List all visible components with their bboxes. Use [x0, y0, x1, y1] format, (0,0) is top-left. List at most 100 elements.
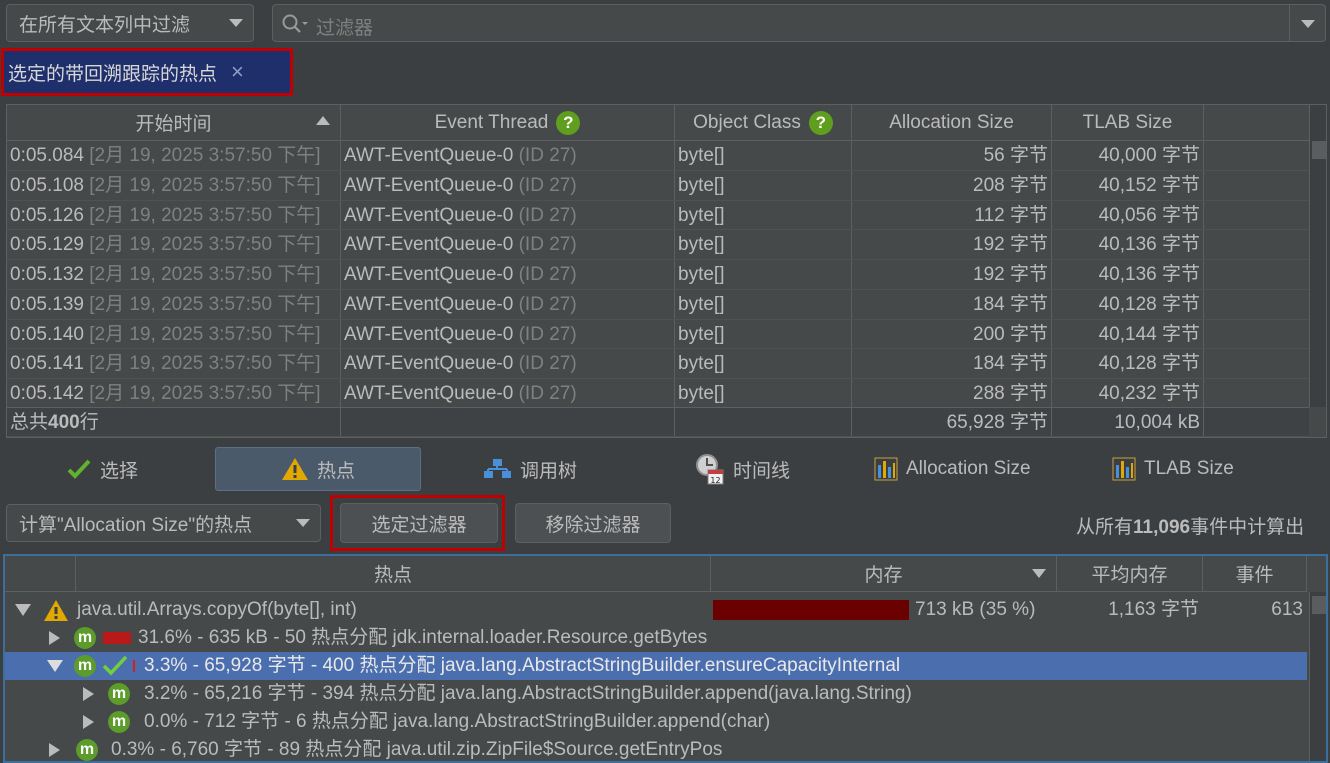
events-summary: 从所有11,096事件中计算出 — [1076, 517, 1305, 538]
help-icon[interactable]: ? — [556, 110, 581, 135]
events-value: 613 — [1271, 599, 1303, 620]
tlab-size-cell: 40,136 字节 — [1052, 260, 1204, 289]
table-row[interactable]: 0:05.139 [2月 19, 2025 3:57:50 下午] AWT-Eve… — [7, 289, 1309, 320]
close-icon[interactable]: × — [231, 59, 244, 85]
column-header-event-thread[interactable]: Event Thread ? — [341, 105, 675, 141]
active-filter-highlight: 选定的带回溯跟踪的热点 × — [1, 48, 293, 96]
active-filter-chip[interactable]: 选定的带回溯跟踪的热点 × — [4, 51, 290, 93]
hotspot-tree-scrollbar[interactable] — [1309, 592, 1326, 761]
filter-search-input[interactable]: 过滤器 — [272, 4, 1326, 42]
tab-hotspots[interactable]: 热点 — [215, 447, 421, 491]
object-class-cell: byte[] — [675, 230, 852, 259]
table-row[interactable]: 0:05.142 [2月 19, 2025 3:57:50 下午] AWT-Eve… — [7, 379, 1309, 409]
table-row[interactable]: 0:05.084 [2月 19, 2025 3:57:50 下午] AWT-Eve… — [7, 141, 1309, 171]
help-icon[interactable]: ? — [808, 110, 833, 135]
hotspot-calc-label: 计算"Allocation Size"的热点 — [19, 514, 253, 536]
method-icon: m — [76, 739, 98, 761]
tree-row[interactable]: m 3.2% - 65,216 字节 - 394 热点分配 java.lang.… — [5, 680, 1307, 708]
expand-triangle-icon[interactable] — [83, 715, 94, 729]
tab-selection[interactable]: 选择 — [66, 447, 138, 491]
table-row[interactable]: 0:05.132 [2月 19, 2025 3:57:50 下午] AWT-Eve… — [7, 260, 1309, 290]
tlab-size-cell: 40,232 字节 — [1052, 379, 1204, 408]
column-header-start-time[interactable]: 开始时间 — [7, 105, 341, 141]
table-row[interactable]: 0:05.108 [2月 19, 2025 3:57:50 下午] AWT-Eve… — [7, 170, 1309, 201]
sort-descending-icon — [1032, 569, 1046, 578]
allocation-size-cell: 112 字节 — [852, 200, 1052, 230]
tlab-size-cell: 40,152 字节 — [1052, 170, 1204, 200]
event-thread-cell: AWT-EventQueue-0 (ID 27) — [341, 230, 675, 259]
event-thread-cell: AWT-EventQueue-0 (ID 27) — [341, 260, 675, 289]
checkmark-icon — [67, 459, 91, 479]
select-filter-button[interactable]: 选定过滤器 — [340, 503, 498, 543]
start-time-cell: 0:05.132 [2月 19, 2025 3:57:50 下午] — [7, 260, 341, 289]
tab-tlab-size[interactable]: TLAB Size — [1112, 447, 1234, 491]
table-row[interactable]: 0:05.141 [2月 19, 2025 3:57:50 下午] AWT-Eve… — [7, 349, 1309, 379]
backtrace-text: 0.3% - 6,760 字节 - 89 热点分配 java.util.zip.… — [111, 739, 723, 760]
tree-row[interactable]: m 31.6% - 635 kB - 50 热点分配 jdk.internal.… — [5, 624, 1307, 652]
tree-row[interactable]: m 0.0% - 712 字节 - 6 热点分配 java.lang.Abstr… — [5, 708, 1307, 736]
search-history-dropdown[interactable] — [1289, 5, 1325, 41]
collapse-triangle-icon[interactable] — [15, 604, 31, 616]
event-table-scrollbar[interactable] — [1309, 105, 1326, 407]
tree-row[interactable]: m 0.3% - 6,760 字节 - 89 热点分配 java.util.zi… — [5, 736, 1307, 761]
tlab-size-cell: 40,144 字节 — [1052, 319, 1204, 349]
column-header-object-class[interactable]: Object Class ? — [675, 105, 852, 141]
avg-memory-value: 1,163 字节 — [1108, 599, 1199, 620]
allocation-size-cell: 184 字节 — [852, 289, 1052, 319]
filter-scope-select[interactable]: 在所有文本列中过滤 — [6, 4, 254, 42]
bar-chart-icon — [1112, 457, 1136, 481]
object-class-cell: byte[] — [675, 379, 852, 408]
tree-row-root[interactable]: java.util.Arrays.copyOf(byte[], int) 713… — [5, 596, 1307, 624]
table-row[interactable]: 0:05.126 [2月 19, 2025 3:57:50 下午] AWT-Eve… — [7, 200, 1309, 231]
column-header-allocation-size[interactable]: Allocation Size — [852, 105, 1052, 141]
tlab-size-cell: 40,000 字节 — [1052, 141, 1204, 170]
allocation-size-cell: 184 字节 — [852, 349, 1052, 378]
column-header-events[interactable]: 事件 — [1203, 556, 1307, 592]
hotspot-calc-select[interactable]: 计算"Allocation Size"的热点 — [6, 504, 321, 542]
table-row[interactable]: 0:05.140 [2月 19, 2025 3:57:50 下午] AWT-Eve… — [7, 319, 1309, 350]
totals-tlab: 10,004 kB — [1052, 408, 1204, 436]
expand-triangle-icon[interactable] — [83, 687, 94, 701]
column-header-memory[interactable]: 内存 — [711, 556, 1057, 592]
expand-triangle-icon[interactable] — [49, 743, 60, 757]
scrollbar-thumb[interactable] — [1312, 141, 1326, 159]
event-thread-cell: AWT-EventQueue-0 (ID 27) — [341, 319, 675, 349]
totals-allocation: 65,928 字节 — [852, 408, 1052, 436]
chevron-down-icon — [296, 519, 310, 527]
active-filter-label: 选定的带回溯跟踪的热点 — [8, 63, 218, 85]
tab-call-tree[interactable]: 调用树 — [482, 447, 577, 491]
backtrace-text: 31.6% - 635 kB - 50 热点分配 jdk.internal.lo… — [138, 627, 708, 648]
event-thread-cell: AWT-EventQueue-0 (ID 27) — [341, 379, 675, 408]
event-thread-cell: AWT-EventQueue-0 (ID 27) — [341, 349, 675, 378]
backtrace-text: 0.0% - 712 字节 - 6 热点分配 java.lang.Abstrac… — [144, 711, 771, 732]
timeline-icon: 12 — [696, 454, 724, 485]
column-header-filler — [1204, 105, 1309, 141]
totals-row: 总共400行 65,928 字节 10,004 kB — [7, 407, 1309, 437]
expand-triangle-icon[interactable] — [49, 631, 60, 645]
percentage-bar — [133, 660, 135, 672]
table-row[interactable]: 0:05.129 [2月 19, 2025 3:57:50 下午] AWT-Eve… — [7, 230, 1309, 260]
column-header-tlab-size[interactable]: TLAB Size — [1052, 105, 1204, 141]
totals-label: 总共400行 — [7, 408, 341, 436]
memory-bar — [713, 600, 909, 620]
scrollbar-thumb[interactable] — [1312, 596, 1326, 614]
warning-icon — [44, 600, 68, 621]
hotspot-tree: 热点 内存 平均内存 事件 java.util.Arrays.copyOf(by… — [3, 554, 1328, 763]
hotspot-name: java.util.Arrays.copyOf(byte[], int) — [77, 599, 357, 620]
event-thread-cell: AWT-EventQueue-0 (ID 27) — [341, 289, 675, 319]
tab-timeline[interactable]: 12 时间线 — [695, 447, 790, 491]
event-thread-cell: AWT-EventQueue-0 (ID 27) — [341, 200, 675, 230]
tab-allocation-size[interactable]: Allocation Size — [874, 447, 1031, 491]
chevron-down-icon — [229, 19, 243, 27]
sort-ascending-icon — [316, 116, 330, 125]
column-header-hotspot[interactable]: 热点 — [76, 556, 711, 592]
checkmark-icon — [102, 655, 128, 676]
tree-row-selected[interactable]: m 3.3% - 65,928 字节 - 400 热点分配 java.lang.… — [5, 652, 1307, 680]
object-class-cell: byte[] — [675, 260, 852, 289]
remove-filter-button[interactable]: 移除过滤器 — [515, 503, 671, 543]
search-placeholder: 过滤器 — [316, 18, 374, 39]
percentage-bar — [103, 632, 131, 644]
column-header-avg-memory[interactable]: 平均内存 — [1057, 556, 1203, 592]
collapse-triangle-icon[interactable] — [47, 660, 63, 672]
allocation-size-cell: 192 字节 — [852, 260, 1052, 289]
